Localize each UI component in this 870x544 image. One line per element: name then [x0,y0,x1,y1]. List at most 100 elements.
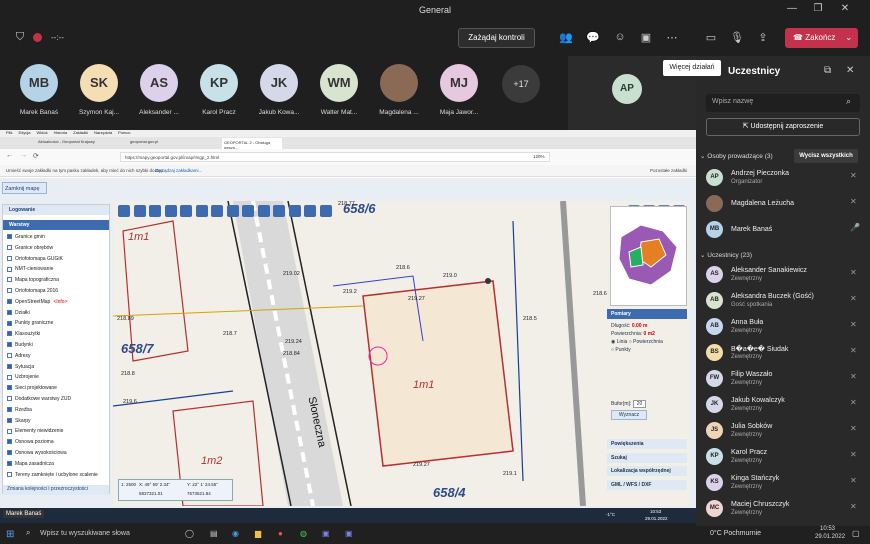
layer-checkbox[interactable] [7,460,12,466]
browser-menu-item[interactable]: Zakładki [73,130,88,135]
layer-checkbox[interactable] [7,255,12,261]
participant-row[interactable]: AS Aleksander Sanakiewicz Zewnętrzny ✕ [702,264,866,290]
forward-icon[interactable] [195,205,208,217]
zoom-window-icon[interactable] [164,205,177,217]
url-bar[interactable]: https://mapy.geoportal.gov.pl/imap/Imgp_… [120,152,550,162]
layer-item[interactable]: NMT-cieniowanie [7,266,53,275]
participant-row[interactable]: AB Aleksandra Buczek (Gość) Gość spotkania… [702,290,866,316]
close-panel-icon[interactable]: ✕ [846,65,854,76]
avatar[interactable]: MJ [440,64,478,102]
layer-checkbox[interactable] [7,244,12,250]
measure-title[interactable]: Pomiary [607,309,687,319]
layer-item[interactable]: Uzbrojenie [7,374,39,383]
close-window-icon[interactable]: ✕ [835,3,855,14]
mic-off-icon[interactable]: ✕ [850,294,857,303]
login-header[interactable]: Logowanie [3,205,109,215]
search-icon[interactable] [257,205,270,217]
browser-menu-item[interactable]: Historia [54,130,68,135]
notifications-icon[interactable]: ▢ [852,529,860,538]
overview-map[interactable] [610,206,687,306]
end-call-button[interactable]: ☎ Zakończ ⌄ [785,28,858,48]
mic-off-icon[interactable]: 🎙 [729,31,745,44]
map-canvas[interactable]: 658/6 658/7 658/4 Słoneczna 1m1 1m1 1m2 … [113,201,690,506]
layer-checkbox[interactable] [7,471,12,477]
chrome-icon[interactable]: ◍ [300,529,307,538]
layer-item[interactable]: Elementy niewidzenie [7,428,63,437]
participant-row[interactable]: KS Kinga Stańczyk Zewnętrzny ✕ [702,472,866,498]
layer-checkbox[interactable] [7,385,12,391]
link-icon[interactable] [211,205,223,217]
mic-off-icon[interactable]: ✕ [850,346,857,355]
avatar[interactable]: AS [140,64,178,102]
layer-info-link[interactable]: <Info> [53,299,67,305]
participant-row[interactable]: AP Andrzej Pieczonka Organizator ✕ [702,167,866,193]
mute-all-button[interactable]: Wycisz wszystkich [794,149,858,163]
participant-row[interactable]: JS Julia Sobków Zewnętrzny ✕ [702,420,866,446]
bookmarks-link[interactable]: Zarządzaj zakładkami... [155,168,202,173]
reload-icon[interactable]: ⟳ [33,152,39,160]
layer-checkbox[interactable] [7,266,12,272]
layer-item[interactable]: Rzeźba [7,407,32,416]
layer-item[interactable]: Skarpy [7,418,31,427]
layer-item[interactable]: OpenStreetMap <Info> [7,299,68,308]
layer-checkbox[interactable] [7,406,12,412]
mic-off-icon[interactable]: ✕ [850,502,857,511]
participant-row[interactable]: MC Maciej Chruszczyk Zewnętrzny ✕ [702,498,866,524]
browser-tab-active[interactable]: GEOPORTAL 2 - Obsługa wyszu... [222,138,282,150]
layer-item[interactable]: Działki [7,310,30,319]
layer-checkbox[interactable] [7,288,12,294]
popout-icon[interactable]: ⧉ [824,65,831,76]
layer-checkbox[interactable] [7,450,12,456]
layer-item[interactable]: Sytuacja [7,364,34,373]
layer-checkbox[interactable] [7,342,12,348]
taskbar-search-input[interactable]: Wpisz tu wyszukiwane słowa [40,530,130,537]
search-input[interactable]: Wpisz nazwę [712,98,753,105]
share-screen-icon[interactable]: ⇪ [755,31,771,44]
mic-off-icon[interactable]: ✕ [850,450,857,459]
mic-off-icon[interactable]: ✕ [850,197,857,206]
participant-row[interactable]: JK Jakub Kowalczyk Zewnętrzny ✕ [702,394,866,420]
zoom-level[interactable]: 120% [533,154,545,159]
participant-row[interactable]: KP Karol Pracz Zewnętrzny ✕ [702,446,866,472]
layer-order-link[interactable]: Zmiana kolejności i przezroczystości [3,485,109,495]
layer-item[interactable]: Budynki [7,342,33,351]
clock-date[interactable]: 29.01.2022 [815,534,845,540]
edit-icon[interactable] [226,205,239,217]
browser-tab[interactable]: Aktualności - Geoportal Krajowy [38,139,128,148]
layer-checkbox[interactable] [7,298,12,304]
layer-checkbox[interactable] [7,374,12,380]
mic-off-icon[interactable]: ✕ [850,476,857,485]
more-participants-badge[interactable]: +17 [502,65,540,103]
layer-checkbox[interactable] [7,439,12,445]
side-menu-item[interactable]: Lokalizacja współrzędnej [607,466,687,476]
determine-button[interactable]: Wyznacz [611,410,647,420]
clear-icon[interactable] [288,205,301,217]
layer-checkbox[interactable] [7,331,12,337]
camera-off-icon[interactable]: ▭ [703,31,719,44]
participant-row[interactable]: AB Anna Buła Zewnętrzny ✕ [702,316,866,342]
people-icon[interactable]: 👥 [558,31,574,44]
side-menu-item[interactable]: Powiększenia [607,439,687,449]
zoom-out-icon[interactable] [133,205,146,217]
organizers-header[interactable]: ⌄ Osoby prowadzące (3) [700,152,773,160]
avatar[interactable]: KP [200,64,238,102]
layer-item[interactable]: Mapa topograficzna [7,277,59,286]
mic-off-icon[interactable]: ✕ [850,320,857,329]
avatar[interactable]: SK [80,64,118,102]
pan-icon[interactable] [149,205,161,217]
layer-item[interactable]: Adresy [7,353,31,362]
buffer-input[interactable]: 20 [632,400,647,408]
layer-item[interactable]: Punkty graniczne [7,320,53,329]
layer-checkbox[interactable] [7,309,12,315]
layer-checkbox[interactable] [7,320,12,326]
participant-row[interactable]: FW Filip Waszało Zewnętrzny ✕ [702,368,866,394]
layer-checkbox[interactable] [7,352,12,358]
rooms-icon[interactable]: ▣ [638,31,654,44]
weather-widget[interactable]: 0°C Pochmurnie [710,530,761,537]
chat-icon[interactable]: 💬 [585,31,601,44]
other-bookmarks[interactable]: Pozostałe zakładki [650,168,687,173]
browser-menu-item[interactable]: Narzędzia [94,130,112,135]
avatar[interactable]: MB [20,64,58,102]
layer-checkbox[interactable] [7,417,12,423]
layer-checkbox[interactable] [7,363,12,369]
